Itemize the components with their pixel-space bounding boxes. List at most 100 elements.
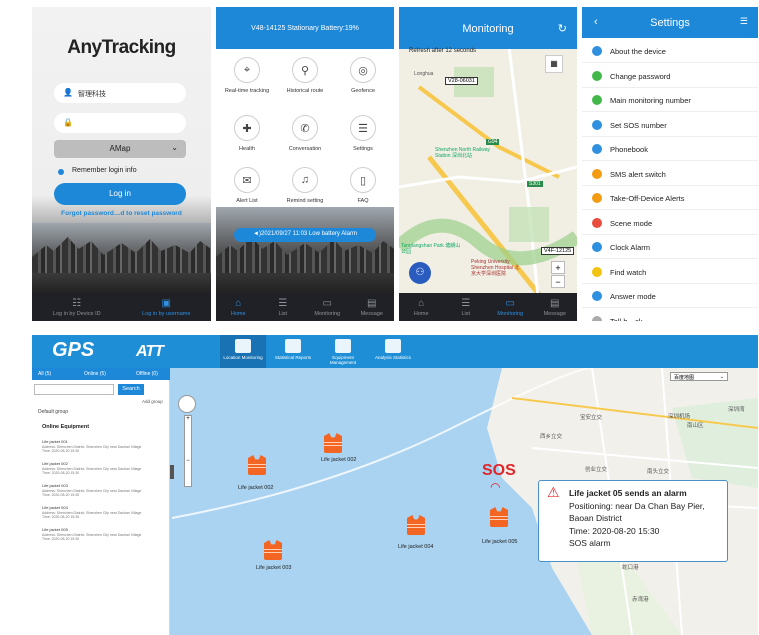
sliders-icon: ☰ [350,115,376,141]
device-tag[interactable]: V28-06031 [445,77,478,85]
nav-equipment-management[interactable]: Equipment Management [320,335,366,368]
default-group[interactable]: Default group [38,409,68,415]
zoom-in-button[interactable]: + [551,261,565,274]
device-list-item[interactable]: Life jacket 005 Address: Shenzhen Distric… [42,527,162,542]
settings-item[interactable]: About the device [582,39,758,63]
tab-list[interactable]: ☰ List [444,293,489,321]
realtime-tracking-button[interactable]: ⌖ Real-time tracking [218,57,276,94]
settings-item[interactable]: Answer mode [582,284,758,308]
geofence-button[interactable]: ◎ Geofence [334,57,392,94]
conversation-button[interactable]: ✆ Conversation [276,115,334,152]
tab-message[interactable]: ▤ Message [350,293,395,321]
tab-home[interactable]: ⌂ Home [216,293,261,321]
settings-item[interactable]: Main monitoring number [582,88,758,112]
place-label: Shenzhen North Railway Station 深圳北站 [435,147,491,159]
life-jacket-marker[interactable] [488,507,510,529]
sidebar-collapse-handle[interactable] [170,465,174,479]
road-badge: S301 [527,181,543,187]
tab-online[interactable]: Online (5) [84,371,106,377]
tab-offline[interactable]: Offline (0) [136,371,158,377]
zoom-out-button[interactable]: − [551,275,565,288]
login-button[interactable]: Log in [54,183,186,205]
settings-item-label: Phonebook [610,145,648,154]
settings-item[interactable]: Take-Off-Device Alerts [582,186,758,210]
map-label: 赤湾港 [632,597,649,603]
settings-item[interactable]: Set SOS number [582,113,758,137]
back-icon[interactable]: ‹ [594,16,598,28]
remind-setting-button[interactable]: ♫ Remind setting [276,167,334,204]
city-photo [216,207,394,293]
person-icon [235,339,251,353]
alert-list-button[interactable]: ✉ Alert List [218,167,276,204]
settings-screen: ‹ Settings ☰ About the device Change pass… [582,7,758,321]
settings-item[interactable]: Tell b…ck [582,309,758,322]
settings-item[interactable]: Clock Alarm [582,235,758,259]
settings-item-label: Clock Alarm [610,243,651,252]
pan-control[interactable] [178,395,196,413]
list-icon: ☰ [278,298,288,309]
refresh-icon[interactable]: ↻ [558,22,567,35]
faq-button[interactable]: ▯ FAQ [334,167,392,204]
tab-device-id[interactable]: ☷ Log in by Device ID [32,293,122,321]
user-icon: 👤 [63,88,73,97]
device-cluster-icon[interactable]: ⚇ [409,262,431,284]
settings-item-label: Tell b…ck [610,316,643,322]
settings-item-icon [592,119,602,130]
monitor-tabbar: ⌂ Home ☰ List ▭ Monitoring ▤ Message [399,293,577,321]
tab-monitoring[interactable]: ▭ Monitoring [305,293,350,321]
nav-statistical-reports[interactable]: Statistical Reports [270,335,316,368]
life-jacket-marker[interactable] [405,515,427,537]
add-group-button[interactable]: Add group [142,399,163,404]
map-type-select[interactable]: 百度地图 ⌄ [670,372,728,381]
device-time: Time: 2020-08-20 15:30 [42,471,80,475]
device-list-item[interactable]: Life jacket 004 Address: Shenzhen Distric… [42,505,162,520]
life-jacket-marker[interactable] [246,455,268,477]
shield-plus-icon: ✚ [234,115,260,141]
nav-location-monitoring[interactable]: Location Monitoring [220,335,266,368]
nav-analysis-statistics[interactable]: Analysis Statistics [370,335,416,368]
settings-item-icon [592,242,602,252]
password-field[interactable]: 🔒 [54,113,186,133]
tab-list[interactable]: ☰ List [261,293,306,321]
device-list-item[interactable]: Life jacket 002 Address: Shenzhen Distric… [42,461,162,476]
low-battery-alarm[interactable]: ◄)2021/09/27 11:03 Low battery Alarm [234,228,376,242]
login-tabbar: ☷ Log in by Device ID ▣ Log in by username [32,293,211,321]
list-icon: ☰ [461,298,471,309]
device-list-item[interactable]: Life jacket 003 Address: Shenzhen Distric… [42,483,162,498]
settings-button[interactable]: ☰ Settings [334,115,392,152]
alarm-popup[interactable]: ⚠ Life jacket 05 sends an alarm Position… [538,480,728,562]
device-time: Time: 2020-08-20 15:30 [42,537,80,541]
settings-item[interactable]: Phonebook [582,137,758,161]
settings-item[interactable]: SMS alert switch [582,162,758,186]
settings-item[interactable]: Change password [582,64,758,88]
tab-message[interactable]: ▤ Message [533,293,578,321]
menu-icon[interactable]: ☰ [740,16,748,27]
life-jacket-marker[interactable] [262,540,284,562]
tab-home[interactable]: ⌂ Home [399,293,444,321]
tab-all[interactable]: All (5) [38,371,51,377]
remember-checkbox[interactable] [58,169,64,175]
gps-logo: GPS [52,339,95,361]
search-input[interactable] [34,384,114,395]
bell-icon: ♫ [292,167,318,193]
settings-item[interactable]: Find watch [582,260,758,284]
sos-label: SOS [482,462,516,479]
forgot-password-link[interactable]: Forgot password…d to reset password [32,210,211,217]
life-jacket-marker[interactable] [322,433,344,455]
search-button[interactable]: Search [118,384,144,395]
health-button[interactable]: ✚ Health [218,115,276,152]
device-header: V48-14125 Stationary Battery:19% [216,7,394,49]
tab-monitoring[interactable]: ▭ Monitoring [488,293,533,321]
tab-username[interactable]: ▣ Log in by username [122,293,212,321]
device-time: Time: 2020-08-20 15:30 [42,515,80,519]
layers-button[interactable]: ▦ [545,55,563,73]
device-list-item[interactable]: Life jacket 001 Address: Shenzhen Distric… [42,439,162,454]
settings-item[interactable]: Scene mode [582,211,758,235]
historical-route-button[interactable]: ⚲ Historical route [276,57,334,94]
calendar-icon [385,339,401,353]
map-select[interactable]: AMap ⌄ [54,140,186,158]
zoom-slider[interactable]: + − [184,415,192,487]
settings-item-label: Change password [610,71,671,81]
username-field[interactable]: 👤 智理科技 [54,83,186,103]
device-tag[interactable]: V4F-12125 [541,247,575,255]
